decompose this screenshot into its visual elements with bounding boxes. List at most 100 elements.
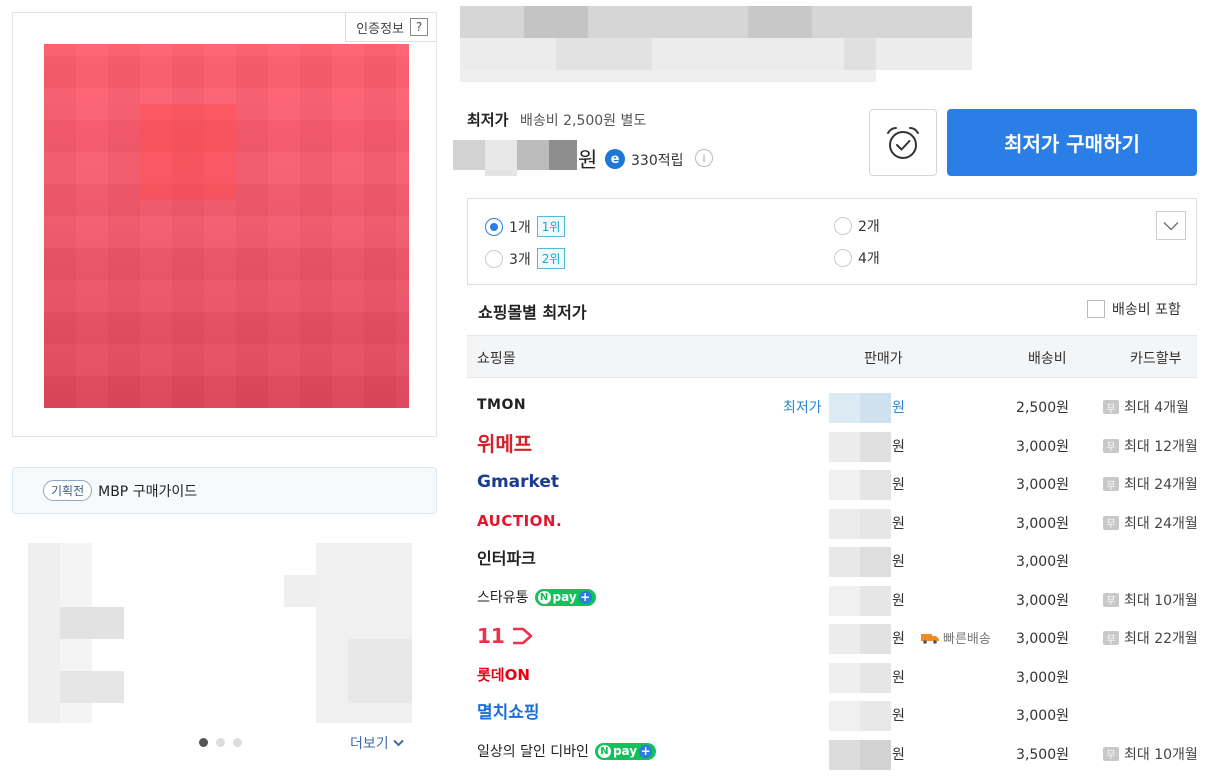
price-alarm-button[interactable] xyxy=(869,109,937,176)
mall-name[interactable]: 11 xyxy=(477,626,505,646)
pagination-dot-active[interactable] xyxy=(199,738,208,747)
price-currency[interactable]: 원 xyxy=(892,744,905,764)
naver-n-icon: N xyxy=(537,591,551,604)
mall-name[interactable]: 인터파크 xyxy=(477,549,536,569)
price-currency[interactable]: 원 xyxy=(892,513,905,533)
quantity-option-3[interactable]: 3개 2위 xyxy=(485,248,566,269)
table-row[interactable]: 멸치쇼핑 원 3,000원 xyxy=(467,695,1197,734)
mall-table-header: 쇼핑몰 판매가 배송비 카드할부 xyxy=(467,335,1197,378)
mall-logo-gmarket[interactable]: Gmarket xyxy=(477,472,559,492)
include-shipping-toggle[interactable]: 배송비 포함 xyxy=(1087,299,1181,319)
sale-price-blurred[interactable] xyxy=(829,508,891,539)
mall-section-title: 쇼핑몰별 최저가 xyxy=(478,303,587,322)
expand-options-button[interactable] xyxy=(1156,211,1186,240)
price-currency: 원 xyxy=(578,148,598,172)
radio[interactable] xyxy=(485,249,503,268)
mall-logo-myulchi[interactable]: 멸치쇼핑 xyxy=(477,703,540,723)
table-row[interactable]: TMON 최저가 원 2,500원 무 최대 4개월 xyxy=(467,387,1197,426)
include-shipping-checkbox[interactable] xyxy=(1087,300,1105,318)
shipping-fee: 3,000원 xyxy=(1016,554,1069,570)
table-row[interactable]: 11 원 빠른배송 3,000원 무 최대 22개월 xyxy=(467,618,1198,657)
radio[interactable] xyxy=(834,249,852,267)
product-image[interactable] xyxy=(44,44,409,408)
installment-icon: 무 xyxy=(1103,477,1119,492)
price-pixel xyxy=(860,393,891,423)
cert-label[interactable]: 인증정보 xyxy=(356,18,404,37)
sale-price-blurred[interactable] xyxy=(829,585,891,616)
ad-banner-image[interactable] xyxy=(28,543,412,723)
fast-delivery-tag: 빠른배송 xyxy=(920,628,991,647)
include-shipping-label[interactable]: 배송비 포함 xyxy=(1112,299,1181,319)
price-currency[interactable]: 원 xyxy=(892,590,905,610)
mall-name[interactable]: Gmarket xyxy=(477,472,559,492)
price-currency[interactable]: 원 xyxy=(892,474,905,494)
mall-logo-auction[interactable]: AUCTION. xyxy=(477,511,562,531)
price-pixel xyxy=(829,508,860,539)
price-currency[interactable]: 원 xyxy=(892,397,905,417)
card-installment: 무 최대 22개월 xyxy=(1103,628,1198,648)
price-currency[interactable]: 원 xyxy=(892,436,905,456)
price-pixel xyxy=(829,431,860,462)
mall-name-divine[interactable]: 일상의 달인 디바인 N pay + xyxy=(477,742,657,762)
mall-name[interactable]: 위메프 xyxy=(477,434,532,454)
sale-price-blurred[interactable] xyxy=(829,624,891,654)
table-row[interactable]: Gmarket 원 3,000원 무 최대 24개월 xyxy=(467,464,1198,503)
mall-logo-interpark[interactable]: 인터파크 xyxy=(477,549,536,569)
title-pixel xyxy=(460,70,876,82)
radio-selected[interactable] xyxy=(485,217,503,236)
mall-name[interactable]: 멸치쇼핑 xyxy=(477,703,540,723)
table-row[interactable]: AUCTION. 원 3,000원 무 최대 24개월 xyxy=(467,503,1198,542)
more-label[interactable]: 더보기 xyxy=(350,733,389,753)
mall-name[interactable]: 롯데ON xyxy=(477,665,530,685)
mall-logo-tmon[interactable]: TMON xyxy=(477,395,526,415)
quantity-label[interactable]: 4개 xyxy=(858,248,880,268)
table-row[interactable]: 롯데ON 원 3,000원 xyxy=(467,657,1197,696)
mall-name[interactable]: 일상의 달인 디바인 xyxy=(477,742,589,762)
quantity-label[interactable]: 3개 xyxy=(509,249,531,269)
promo-banner[interactable]: 기획전 MBP 구매가이드 xyxy=(12,467,437,514)
installment-text: 최대 10개월 xyxy=(1124,746,1198,763)
mall-logo-11st[interactable]: 11 xyxy=(477,626,533,646)
price-pixel xyxy=(485,140,517,170)
mall-name[interactable]: AUCTION. xyxy=(477,511,562,531)
mall-name[interactable]: 스타유통 xyxy=(477,588,529,608)
mall-logo-lotteon[interactable]: 롯데ON xyxy=(477,665,530,685)
sale-price-blurred[interactable] xyxy=(829,431,891,462)
certification-info[interactable]: 인증정보 ? xyxy=(345,13,436,42)
quantity-label[interactable]: 2개 xyxy=(858,216,880,236)
price-currency[interactable]: 원 xyxy=(892,667,905,687)
sale-price-blurred[interactable] xyxy=(829,393,891,423)
table-row[interactable]: 위메프 원 3,000원 무 최대 12개월 xyxy=(467,426,1198,465)
more-link[interactable]: 더보기 xyxy=(350,733,404,753)
price-currency[interactable]: 원 xyxy=(892,551,905,571)
sale-price-blurred[interactable] xyxy=(829,662,891,693)
price-currency[interactable]: 원 xyxy=(892,705,905,725)
quantity-label[interactable]: 1개 xyxy=(509,217,531,237)
npay-badge: N pay + xyxy=(534,589,596,606)
buy-lowest-price-button[interactable]: 최저가 구매하기 xyxy=(947,109,1197,176)
help-icon[interactable]: ? xyxy=(410,18,428,36)
title-pixel xyxy=(748,6,812,38)
price-currency[interactable]: 원 xyxy=(892,628,905,648)
radio[interactable] xyxy=(834,217,852,235)
price-pixel xyxy=(829,585,860,616)
table-row[interactable]: 일상의 달인 디바인 N pay + 원 3,500원 무 최대 10개월 xyxy=(467,734,1198,773)
mall-name-starutong[interactable]: 스타유통 N pay + xyxy=(477,588,596,608)
mall-name[interactable]: TMON xyxy=(477,395,526,415)
mall-logo-wemakeprice[interactable]: 위메프 xyxy=(477,434,532,454)
sale-price-blurred[interactable] xyxy=(829,470,891,500)
sale-price-blurred[interactable] xyxy=(829,739,891,770)
pagination-dot[interactable] xyxy=(216,738,225,747)
sale-price-blurred[interactable] xyxy=(829,701,891,731)
quantity-option-4[interactable]: 4개 xyxy=(834,248,880,268)
info-icon[interactable]: i xyxy=(695,149,713,167)
price-value-blurred xyxy=(453,140,577,176)
pagination-dot[interactable] xyxy=(233,738,242,747)
quantity-option-2[interactable]: 2개 xyxy=(834,216,880,236)
banner-pixel xyxy=(60,607,124,639)
sale-price-blurred[interactable] xyxy=(829,547,891,577)
table-row[interactable]: 인터파크 원 3,000원 xyxy=(467,541,1197,580)
table-row[interactable]: 스타유통 N pay + 원 3,000원 무 최대 10개월 xyxy=(467,580,1198,619)
quantity-option-1[interactable]: 1개 1위 xyxy=(485,216,566,237)
price-pixel xyxy=(829,470,860,500)
